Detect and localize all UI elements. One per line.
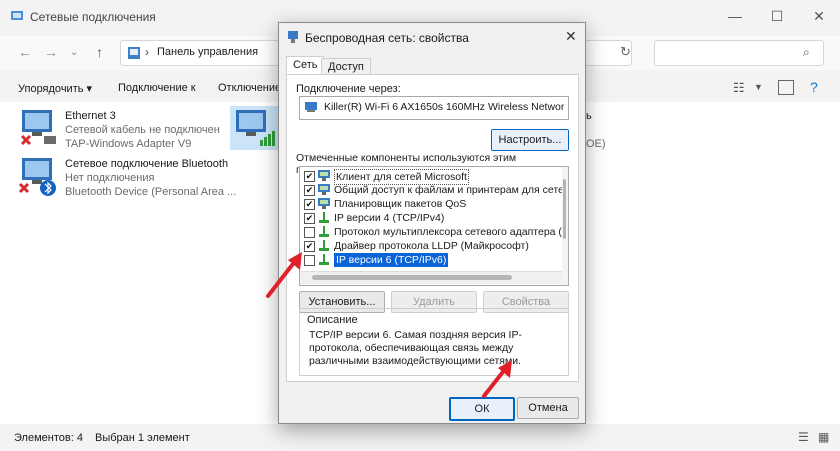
connect-using-label: Подключение через: — [296, 83, 401, 95]
window-title: Сетевые подключения — [30, 10, 156, 24]
disable-button[interactable]: Отключение — [218, 82, 281, 94]
component-checkbox[interactable] — [304, 227, 315, 238]
component-checkbox[interactable]: ✔ — [304, 213, 315, 224]
tiles-view-icon[interactable]: ▦ — [818, 430, 829, 444]
details-view-icon[interactable]: ☰ — [798, 430, 809, 444]
protocol-icon — [319, 226, 329, 237]
ethernet-3-name[interactable]: Ethernet 3 — [65, 110, 116, 122]
component-label: Планировщик пакетов QoS — [334, 198, 467, 210]
scrollbar-thumb[interactable] — [312, 275, 512, 280]
refresh-icon[interactable]: ↻ — [620, 44, 631, 60]
bluetooth-adapter-icon[interactable] — [16, 154, 60, 198]
component-row[interactable]: ✔ Клиент для сетей Microsoft — [300, 169, 562, 185]
annotation-arrow-icon — [266, 252, 302, 298]
network-adapter-icon — [286, 30, 300, 44]
component-row-selected[interactable]: IP версии 6 (TCP/IPv6) — [300, 253, 562, 267]
organize-button[interactable]: Упорядочить ▾ — [18, 82, 92, 95]
selected-count: Выбран 1 элемент — [95, 432, 190, 444]
cancel-button[interactable]: Отмена — [517, 397, 579, 419]
client-network-icon — [318, 170, 330, 181]
adapter-name: Killer(R) Wi-Fi 6 AX1650s 160MHz Wireles… — [324, 101, 564, 113]
component-checkbox[interactable]: ✔ — [304, 199, 315, 210]
component-row[interactable]: ✔ Драйвер протокола LLDP (Майкрософт) — [300, 239, 562, 253]
search-input[interactable]: ⌕ — [654, 40, 824, 66]
back-arrow-icon[interactable]: ← — [18, 44, 32, 60]
dialog-close-icon[interactable]: ✕ — [565, 28, 577, 45]
ethernet-3-status: Сетевой кабель не подключен — [65, 124, 220, 136]
maximize-button[interactable]: ☐ — [762, 6, 792, 26]
bluetooth-connection-device: Bluetooth Device (Personal Area ... — [65, 186, 237, 198]
connect-to-button[interactable]: Подключение к — [118, 82, 196, 94]
items-count: Элементов: 4 — [14, 432, 83, 444]
component-checkbox[interactable]: ✔ — [304, 185, 315, 196]
component-label: IP версии 6 (TCP/IPv6) — [334, 253, 449, 267]
annotation-arrow-icon — [482, 360, 512, 398]
wireless-name-partial: ь — [586, 110, 592, 122]
preview-pane-icon[interactable] — [778, 80, 794, 95]
close-button[interactable]: ✕ — [804, 6, 834, 26]
vertical-scrollbar[interactable] — [562, 167, 568, 285]
recent-chevron-icon[interactable]: ⌄ — [70, 47, 78, 58]
qos-scheduler-icon — [318, 198, 330, 209]
view-chevron-icon[interactable]: ▼ — [754, 82, 763, 92]
component-label: IP версии 4 (TCP/IPv4) — [334, 212, 445, 224]
component-row[interactable]: ✔ IP версии 4 (TCP/IPv4) — [300, 211, 562, 225]
control-panel-icon — [127, 46, 141, 60]
component-label: Протокол мультиплексора сетевого адаптер… — [334, 226, 569, 238]
component-label: Драйвер протокола LLDP (Майкрософт) — [334, 240, 529, 252]
component-label: Общий доступ к файлам и принтерам для се… — [334, 184, 569, 196]
adapter-name-field: Killer(R) Wi-Fi 6 AX1650s 160MHz Wireles… — [299, 96, 569, 120]
protocol-icon — [319, 240, 329, 251]
bluetooth-connection-name[interactable]: Сетевое подключение Bluetooth — [65, 158, 228, 170]
dialog-title: Беспроводная сеть: свойства — [305, 31, 469, 45]
file-sharing-icon — [318, 184, 330, 195]
description-text: TCP/IP версии 6. Самая поздняя версия IP… — [309, 329, 522, 367]
forward-arrow-icon[interactable]: → — [44, 44, 58, 60]
component-checkbox[interactable]: ✔ — [304, 171, 315, 182]
protocol-icon — [319, 254, 329, 265]
bluetooth-connection-status: Нет подключения — [65, 172, 155, 184]
nic-icon — [304, 101, 318, 113]
vertical-scrollbar-thumb[interactable] — [563, 179, 566, 239]
components-list[interactable]: ✔ Клиент для сетей Microsoft ✔ Общий дос… — [299, 166, 569, 286]
component-row[interactable]: Протокол мультиплексора сетевого адаптер… — [300, 225, 568, 239]
breadcrumb-control-panel[interactable]: Панель управления — [157, 46, 258, 58]
chevron-down-icon: ▾ — [86, 83, 93, 95]
breadcrumb-separator: › — [145, 45, 149, 59]
wireless-adapter-icon[interactable] — [230, 106, 278, 150]
tab-network[interactable]: Сеть — [286, 56, 325, 74]
help-icon[interactable]: ? — [810, 79, 818, 95]
wireless-properties-dialog: Беспроводная сеть: свойства ✕ Сеть Досту… — [278, 22, 586, 424]
up-arrow-icon[interactable]: ↑ — [96, 44, 103, 60]
configure-button[interactable]: Настроить... — [491, 129, 569, 151]
view-options-icon[interactable]: ☷ — [733, 80, 745, 96]
component-row[interactable]: ✔ Планировщик пакетов QoS — [300, 197, 562, 211]
search-icon: ⌕ — [803, 45, 810, 59]
horizontal-scrollbar[interactable] — [300, 271, 562, 284]
component-row[interactable]: ✔ Общий доступ к файлам и принтерам для … — [300, 183, 568, 197]
description-label: Описание — [305, 314, 360, 326]
protocol-icon — [319, 212, 329, 223]
ethernet-adapter-icon[interactable] — [16, 106, 60, 148]
wireless-device-partial: OE) — [586, 138, 606, 150]
ethernet-3-device: TAP-Windows Adapter V9 — [65, 138, 192, 150]
organize-label: Упорядочить — [18, 83, 84, 95]
minimize-button[interactable]: — — [720, 6, 750, 26]
network-folder-icon — [10, 9, 24, 23]
